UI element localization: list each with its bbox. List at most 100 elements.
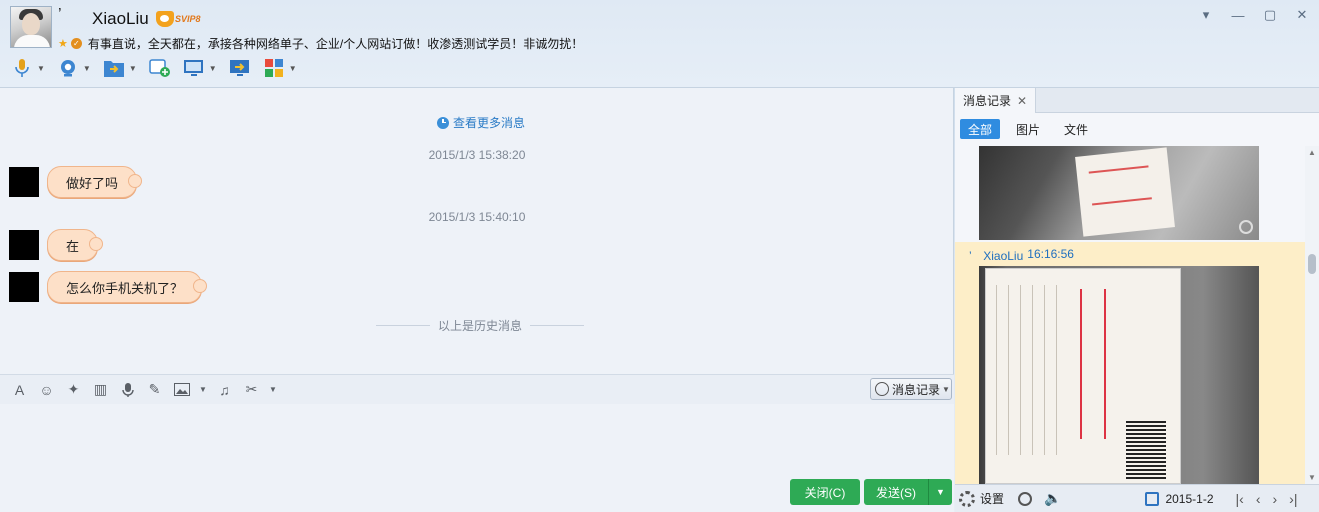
filter-all[interactable]: 全部 xyxy=(960,119,1001,139)
history-filters: 全部 图片 文件 xyxy=(955,113,1319,145)
screen-share-icon xyxy=(229,57,251,79)
clock-icon xyxy=(875,382,889,396)
chevron-down-icon[interactable]: ▾ xyxy=(1197,6,1215,24)
last-page-icon[interactable]: ›| xyxy=(1289,491,1297,507)
add-group-button[interactable] xyxy=(146,56,174,80)
minimize-icon[interactable]: — xyxy=(1229,6,1247,24)
filter-images[interactable]: 图片 xyxy=(1008,119,1048,139)
voice-message-icon[interactable] xyxy=(118,380,137,399)
magic-icon[interactable]: ✦ xyxy=(64,380,83,399)
avatar-body xyxy=(14,35,50,47)
entry-time: 16:16:56 xyxy=(1027,247,1074,261)
close-icon[interactable]: ✕ xyxy=(1293,6,1311,24)
tab-label: 消息记录 xyxy=(963,94,1012,108)
contact-signature: 有事直说，全天都在，承接各种网络单子、企业/个人网站订做！收渗透测试学员！非诚勿… xyxy=(87,37,584,51)
gear-icon[interactable] xyxy=(959,490,975,507)
font-icon[interactable]: A xyxy=(10,380,29,399)
history-image[interactable] xyxy=(979,146,1259,240)
scroll-thumb[interactable] xyxy=(1308,254,1316,274)
contact-avatar[interactable] xyxy=(10,6,52,48)
chevron-down-icon: ▼ xyxy=(82,63,91,73)
close-button[interactable]: 关闭(C) xyxy=(790,479,860,505)
image-detail xyxy=(1126,419,1166,479)
history-image[interactable] xyxy=(979,266,1259,484)
message-area[interactable]: 查看更多消息 2015/1/3 15:38:20 做好了吗 2015/1/3 1… xyxy=(0,88,954,374)
image-detail xyxy=(996,285,1066,455)
sender-avatar[interactable] xyxy=(9,272,39,302)
contact-name-prefix: ’ xyxy=(58,6,62,23)
view-more-messages-link[interactable]: 查看更多消息 xyxy=(437,114,525,131)
avatar-face xyxy=(22,13,40,35)
message-row: 在 xyxy=(9,229,104,261)
signature-row: ★ ✓ 有事直说，全天都在，承接各种网络单子、企业/个人网站订做！收渗透测试学员… xyxy=(58,35,583,52)
remote-desktop-button[interactable]: ▼ xyxy=(180,56,220,80)
first-page-icon[interactable]: |‹ xyxy=(1236,491,1244,507)
message-bubble[interactable]: 做好了吗 xyxy=(47,166,143,198)
chevron-down-icon: ▼ xyxy=(37,63,45,73)
screen-share-button[interactable] xyxy=(226,56,254,80)
history-scrollbar[interactable]: ▲ ▼ xyxy=(1305,146,1319,484)
video-call-icon xyxy=(57,57,79,79)
apps-icon xyxy=(263,57,285,79)
message-input[interactable]: 关闭(C) 发送(S) ▼ xyxy=(0,404,954,512)
chevron-down-icon[interactable]: ▼ xyxy=(199,380,207,399)
chevron-down-icon[interactable]: ▼ xyxy=(269,380,277,399)
contact-name[interactable]: XiaoLiu xyxy=(92,9,149,29)
history-date[interactable]: 2015-1-2 xyxy=(1165,492,1213,506)
scissors-icon[interactable]: ✂ xyxy=(242,380,261,399)
zoom-icon[interactable] xyxy=(1239,220,1253,234)
image-detail xyxy=(1080,289,1106,439)
editor-icons: A ☺ ✦ ▥ ✎ ▼ ♫ ✂ ▼ xyxy=(10,380,277,399)
apps-button[interactable]: ▼ xyxy=(260,56,300,80)
crown-icon xyxy=(156,11,174,27)
music-icon[interactable]: ♫ xyxy=(215,380,234,399)
next-page-icon[interactable]: › xyxy=(1272,491,1277,507)
sender-avatar[interactable] xyxy=(9,230,39,260)
entry-meta: ’ XiaoLiu 16:16:56 xyxy=(969,247,1074,264)
view-more-label: 查看更多消息 xyxy=(453,116,526,130)
history-list[interactable]: ’ XiaoLiu 16:16:56 xyxy=(955,146,1305,484)
svip-badge[interactable]: SVIP8 xyxy=(156,11,201,27)
message-history-label: 消息记录 xyxy=(892,382,941,397)
message-bubble[interactable]: 在 xyxy=(47,229,104,261)
chevron-down-icon: ▼ xyxy=(288,63,297,73)
prev-page-icon[interactable]: ‹ xyxy=(1256,491,1261,507)
file-transfer-button[interactable]: ▼ xyxy=(100,56,140,80)
chevron-down-icon: ▼ xyxy=(942,384,950,394)
message-timestamp: 2015/1/3 15:38:20 xyxy=(428,148,526,162)
shake-icon[interactable]: ▥ xyxy=(91,380,110,399)
scroll-down-icon[interactable]: ▼ xyxy=(1308,473,1316,482)
maximize-icon[interactable]: ▢ xyxy=(1261,6,1279,24)
clock-icon xyxy=(437,116,449,129)
sender-avatar[interactable] xyxy=(9,167,39,197)
send-button[interactable]: 发送(S) ▼ xyxy=(864,479,952,505)
history-tabs: 消息记录 ✕ xyxy=(955,88,1319,113)
scroll-up-icon[interactable]: ▲ xyxy=(1308,148,1316,157)
message-history-button[interactable]: 消息记录 ▼ xyxy=(870,378,952,400)
message-row: 怎么你手机关机了？ xyxy=(9,271,208,303)
image-icon[interactable] xyxy=(172,380,191,399)
voice-call-button[interactable]: ▼ xyxy=(8,56,48,80)
tab-message-history[interactable]: 消息记录 ✕ xyxy=(955,88,1037,113)
chevron-down-icon: ▼ xyxy=(128,63,137,73)
window-controls: ▾ — ▢ ✕ xyxy=(1197,6,1311,24)
history-entry: ’ XiaoLiu 16:16:56 xyxy=(955,242,1305,484)
chevron-down-icon: ▼ xyxy=(208,63,217,73)
calendar-icon[interactable] xyxy=(1145,491,1160,506)
emoji-icon[interactable]: ☺ xyxy=(37,380,56,399)
close-icon[interactable]: ✕ xyxy=(1017,94,1027,108)
image-content xyxy=(1075,147,1175,237)
search-icon[interactable] xyxy=(1018,491,1033,506)
image-detail xyxy=(1146,275,1172,355)
remote-desktop-icon xyxy=(183,57,205,79)
video-call-button[interactable]: ▼ xyxy=(54,56,94,80)
filter-files[interactable]: 文件 xyxy=(1056,119,1096,139)
message-timestamp: 2015/1/3 15:40:10 xyxy=(428,210,526,224)
history-divider: 以上是历史消息 xyxy=(368,317,592,334)
edit-icon[interactable]: ✎ xyxy=(145,380,164,399)
settings-label[interactable]: 设置 xyxy=(980,490,1004,507)
message-row: 做好了吗 xyxy=(9,166,143,198)
message-bubble[interactable]: 怎么你手机关机了？ xyxy=(47,271,208,303)
chevron-down-icon[interactable]: ▼ xyxy=(928,479,952,505)
volume-icon[interactable]: 🔈 xyxy=(1044,490,1061,507)
